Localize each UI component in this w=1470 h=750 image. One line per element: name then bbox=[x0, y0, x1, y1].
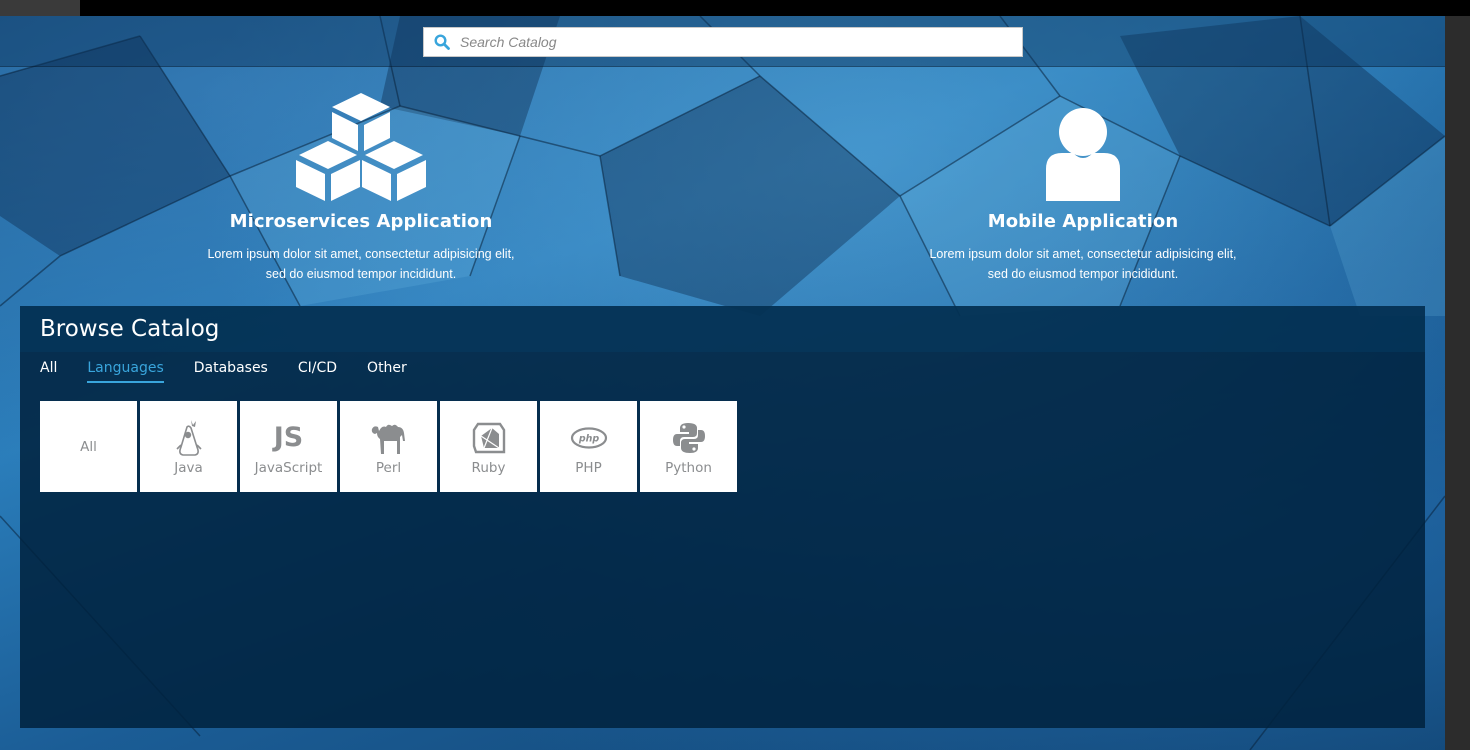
feature-mobile[interactable]: Mobile Application Lorem ipsum dolor sit… bbox=[903, 86, 1263, 284]
tile-label: All bbox=[80, 438, 97, 455]
camel-icon bbox=[370, 418, 408, 458]
ruby-icon bbox=[472, 418, 506, 458]
search-box[interactable] bbox=[423, 27, 1023, 57]
tile-java[interactable]: Java bbox=[140, 401, 237, 492]
tile-label: Perl bbox=[375, 459, 402, 476]
tab-all[interactable]: All bbox=[40, 360, 57, 381]
tile-label: Python bbox=[665, 459, 712, 476]
feature-title: Microservices Application bbox=[229, 211, 493, 232]
catalog-title: Browse Catalog bbox=[40, 316, 220, 342]
tile-label: PHP bbox=[575, 459, 602, 476]
browse-catalog-panel: Browse Catalog All Languages Databases C… bbox=[20, 306, 1425, 728]
scrollbar-track[interactable] bbox=[1445, 16, 1470, 750]
tab-languages[interactable]: Languages bbox=[87, 360, 164, 383]
top-bar bbox=[80, 0, 1470, 16]
php-icon-text: php bbox=[577, 433, 599, 444]
search-band bbox=[0, 16, 1445, 67]
feature-title: Mobile Application bbox=[987, 211, 1179, 232]
catalog-tiles: All Java JS JavaScript Perl Ruby php PHP… bbox=[20, 401, 1425, 492]
feature-description: Lorem ipsum dolor sit amet, consectetur … bbox=[207, 247, 515, 281]
catalog-header: Browse Catalog bbox=[20, 306, 1425, 352]
tile-all[interactable]: All bbox=[40, 401, 137, 492]
user-icon bbox=[903, 86, 1263, 201]
js-icon: JS bbox=[274, 418, 304, 458]
js-icon-text: JS bbox=[273, 422, 304, 453]
cubes-icon bbox=[181, 86, 541, 201]
tile-javascript[interactable]: JS JavaScript bbox=[240, 401, 337, 492]
tile-label: JavaScript bbox=[254, 459, 323, 476]
tab-databases[interactable]: Databases bbox=[194, 360, 268, 381]
feature-description: Lorem ipsum dolor sit amet, consectetur … bbox=[929, 247, 1237, 281]
feature-microservices[interactable]: Microservices Application Lorem ipsum do… bbox=[181, 86, 541, 284]
catalog-tabs: All Languages Databases CI/CD Other bbox=[20, 352, 1425, 386]
tab-other[interactable]: Other bbox=[367, 360, 407, 381]
java-duke-icon bbox=[175, 418, 203, 458]
php-icon: php bbox=[570, 418, 608, 458]
tile-python[interactable]: Python bbox=[640, 401, 737, 492]
tile-ruby[interactable]: Ruby bbox=[440, 401, 537, 492]
search-icon bbox=[424, 27, 460, 57]
tile-perl[interactable]: Perl bbox=[340, 401, 437, 492]
hero-background: Microservices Application Lorem ipsum do… bbox=[0, 16, 1445, 750]
topbar-left-block bbox=[0, 0, 80, 16]
tile-label: Ruby bbox=[471, 459, 506, 476]
tab-ci-cd[interactable]: CI/CD bbox=[298, 360, 337, 381]
tile-php[interactable]: php PHP bbox=[540, 401, 637, 492]
python-icon bbox=[672, 418, 706, 458]
tile-label: Java bbox=[174, 459, 203, 476]
search-input[interactable] bbox=[460, 28, 1022, 56]
